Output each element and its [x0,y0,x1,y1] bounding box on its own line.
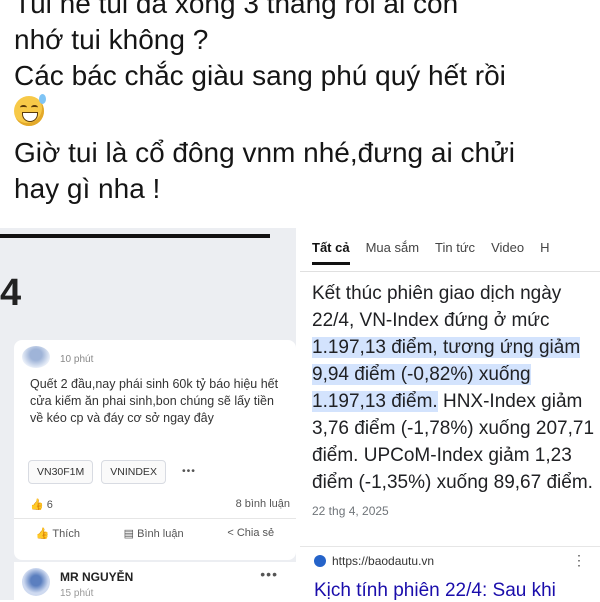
featured-snippet: Kết thúc phiên giao dịch ngày 22/4, VN-I… [312,280,598,525]
action-row: 👍 Thích ▤ Bình luận < Chia sẻ [14,518,296,540]
like-button[interactable]: 👍 Thích [36,527,80,540]
grinning-sweat-emoji-icon [14,94,46,126]
more-options-button[interactable]: ••• [260,566,278,582]
share-label: Chia sẻ [236,527,275,539]
post-text: Tui nè tui đã xong 3 tháng rồi ai còn nh… [14,0,594,207]
tab-news[interactable]: Tin tức [435,240,475,265]
post-line: Tui nè tui đã xong 3 tháng rồi ai còn [14,0,459,19]
post-line: nhớ tui không ? [14,24,209,55]
snippet-date: 22 thg 4, 2025 [312,504,389,518]
more-tags-button[interactable]: ••• [174,460,204,484]
post-body: Quết 2 đầu,nay phái sinh 60k tỷ báo hiệu… [30,377,279,425]
thumbs-up-icon: 👍 [30,499,44,511]
result-menu-button[interactable]: ⋮ [572,552,586,569]
comment-count[interactable]: 8 bình luận [236,498,290,510]
search-results-panel: Tất cả Mua sắm Tin tức Video H Kết thúc … [300,228,600,602]
post-time: 10 phút [60,354,94,365]
post-time: 15 phút [60,588,94,599]
post-line: Giờ tui là cổ đông vnm nhé,đưng ai chửi [14,137,516,168]
post-line: Các bác chắc giàu sang phú quý hết rồi [14,60,506,91]
result-source[interactable]: https://baodautu.vn [314,554,434,568]
author-name[interactable]: MR NGUYỄN [60,570,133,584]
thumbs-up-icon: 👍 [35,528,53,540]
feed-post-card: 10 phút Quết 2 đầu,nay phái sinh 60k tỷ … [14,340,296,560]
like-count: 6 [46,499,53,511]
tab-video[interactable]: Video [491,240,524,265]
snippet-text: Kết thúc phiên giao dịch ngày 22/4, VN-I… [312,283,562,331]
left-screenshot-panel: 4 10 phút Quết 2 đầu,nay phái sinh 60k t… [0,228,296,602]
post-line: hay gì nha ! [14,173,161,204]
tag-chips: VN30F1M VNINDEX ••• [28,460,204,484]
comment-label: Bình luận [137,528,184,540]
search-tabs: Tất cả Mua sắm Tin tức Video H [312,240,565,265]
tag-chip[interactable]: VNINDEX [101,460,166,484]
emoji-line [14,94,594,135]
comment-button[interactable]: ▤ Bình luận [124,527,184,540]
like-label: Thích [52,528,80,540]
share-icon: < [227,527,237,539]
source-url: https://baodautu.vn [332,554,435,568]
avatar[interactable] [22,346,50,368]
divider [300,546,600,547]
site-favicon-icon [314,555,326,567]
divider [300,271,600,272]
tab-all[interactable]: Tất cả [312,240,350,265]
divider [0,234,270,238]
result-title-link[interactable]: Kịch tính phiên 22/4: Sau khi [314,580,556,602]
reaction-row: 👍 6 8 bình luận [30,498,290,511]
tag-chip[interactable]: VN30F1M [28,460,94,484]
tab-more[interactable]: H [540,240,549,265]
partial-number: 4 [0,272,22,314]
tab-shopping[interactable]: Mua sắm [366,240,419,265]
avatar[interactable] [22,568,50,596]
share-button[interactable]: < Chia sẻ [227,527,274,540]
feed-post-card: MR NGUYỄN 15 phút ••• [14,562,296,602]
comment-icon: ▤ [123,528,138,540]
